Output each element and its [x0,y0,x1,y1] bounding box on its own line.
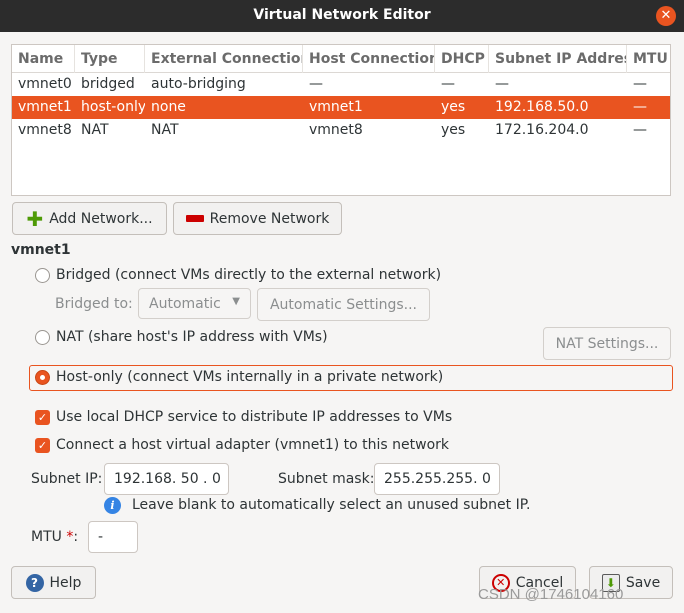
help-button[interactable]: ? Help [11,566,96,599]
cell-subnet: — [495,76,509,92]
title-bar: Virtual Network Editor ✕ [0,0,684,32]
dhcp-checkbox-row[interactable]: ✓ Use local DHCP service to distribute I… [35,409,452,425]
help-label: Help [49,574,82,591]
close-icon[interactable]: ✕ [656,6,676,26]
cell-host: vmnet8 [309,122,363,138]
cell-type: bridged [81,76,135,92]
cell-external: none [151,99,186,115]
bridged-to-label: Bridged to: [55,296,133,312]
remove-network-button[interactable]: Remove Network [173,202,342,235]
help-icon: ? [25,573,44,592]
column-header-host[interactable]: Host Connection [303,45,435,73]
add-network-label: Add Network... [49,210,153,227]
cell-subnet: 192.168.50.0 [495,99,589,115]
cell-external: NAT [151,122,179,138]
subnet-ip-input[interactable]: 192.168. 50 . 0 [104,463,229,495]
remove-network-label: Remove Network [209,210,330,227]
subnet-ip-label: Subnet IP: [31,471,103,487]
bridged-radio[interactable] [35,267,50,283]
subnet-mask-label: Subnet mask: [278,471,375,487]
mtu-colon: : [73,529,79,545]
subnet-hint: Leave blank to automatically select an u… [132,497,531,513]
subnet-mask-input[interactable]: 255.255.255. 0 [374,463,500,495]
adapter-checkbox-row[interactable]: ✓ Connect a host virtual adapter (vmnet1… [35,437,449,453]
automatic-settings-label: Automatic Settings... [269,296,418,313]
table-header: Name Type External Connection Host Conne… [12,45,670,73]
add-network-button[interactable]: ✚ Add Network... [12,202,167,235]
dhcp-checkbox[interactable]: ✓ [35,409,50,425]
adapter-label: Connect a host virtual adapter (vmnet1) … [56,437,450,453]
cell-subnet: 172.16.204.0 [495,122,589,138]
cell-mtu: — [633,99,647,115]
hostonly-radio[interactable] [35,369,50,385]
bridged-to-value: Automatic [149,295,221,312]
cell-host: vmnet1 [309,99,363,115]
mtu-label: MTU *: [31,529,78,545]
cell-dhcp: — [441,76,455,92]
watermark-text: CSDN @1746104160 [478,586,624,603]
info-icon: i [104,497,121,514]
nat-settings-button[interactable]: NAT Settings... [543,327,671,360]
cell-type: host-only [81,99,145,115]
mtu-label-text: MTU [31,529,62,545]
window-title: Virtual Network Editor [253,7,431,23]
selected-network-label: vmnet1 [11,242,71,258]
bridged-label: Bridged (connect VMs directly to the ext… [56,267,442,283]
cell-name: vmnet8 [18,122,72,138]
cell-dhcp: yes [441,122,466,138]
column-header-subnet[interactable]: Subnet IP Address [489,45,627,73]
plus-icon: ✚ [26,206,44,231]
chevron-down-icon: ▼ [232,296,240,307]
nat-radio[interactable] [35,329,50,345]
hostonly-label: Host-only (connect VMs internally in a p… [56,369,444,385]
bridged-to-combo[interactable]: Automatic ▼ [138,288,251,319]
nat-radio-row[interactable]: NAT (share host's IP address with VMs) [35,329,328,345]
cell-name: vmnet0 [18,76,72,92]
table-row[interactable]: vmnet8 NAT NAT vmnet8 yes 172.16.204.0 — [12,119,670,142]
nat-label: NAT (share host's IP address with VMs) [56,329,328,345]
cell-name: vmnet1 [18,99,72,115]
bridged-radio-row[interactable]: Bridged (connect VMs directly to the ext… [35,267,441,283]
column-header-type[interactable]: Type [75,45,145,73]
cell-external: auto-bridging [151,76,246,92]
column-header-dhcp[interactable]: DHCP [435,45,489,73]
save-label: Save [625,574,661,591]
dhcp-label: Use local DHCP service to distribute IP … [56,409,453,425]
cell-mtu: — [633,76,647,92]
cell-host: — [309,76,323,92]
table-row[interactable]: vmnet0 bridged auto-bridging — — — — [12,73,670,96]
network-table: Name Type External Connection Host Conne… [11,44,671,196]
cell-dhcp: yes [441,99,466,115]
hostonly-radio-row[interactable]: Host-only (connect VMs internally in a p… [35,369,443,385]
column-header-external[interactable]: External Connection [145,45,303,73]
nat-settings-label: NAT Settings... [555,335,659,352]
column-header-mtu[interactable]: MTU [627,45,670,73]
table-row-selected[interactable]: vmnet1 host-only none vmnet1 yes 192.168… [12,96,670,119]
column-header-name[interactable]: Name [12,45,75,73]
mtu-input[interactable]: - [88,521,138,553]
cell-mtu: — [633,122,647,138]
automatic-settings-button[interactable]: Automatic Settings... [257,288,430,321]
cell-type: NAT [81,122,109,138]
minus-icon [185,215,204,222]
adapter-checkbox[interactable]: ✓ [35,437,50,453]
